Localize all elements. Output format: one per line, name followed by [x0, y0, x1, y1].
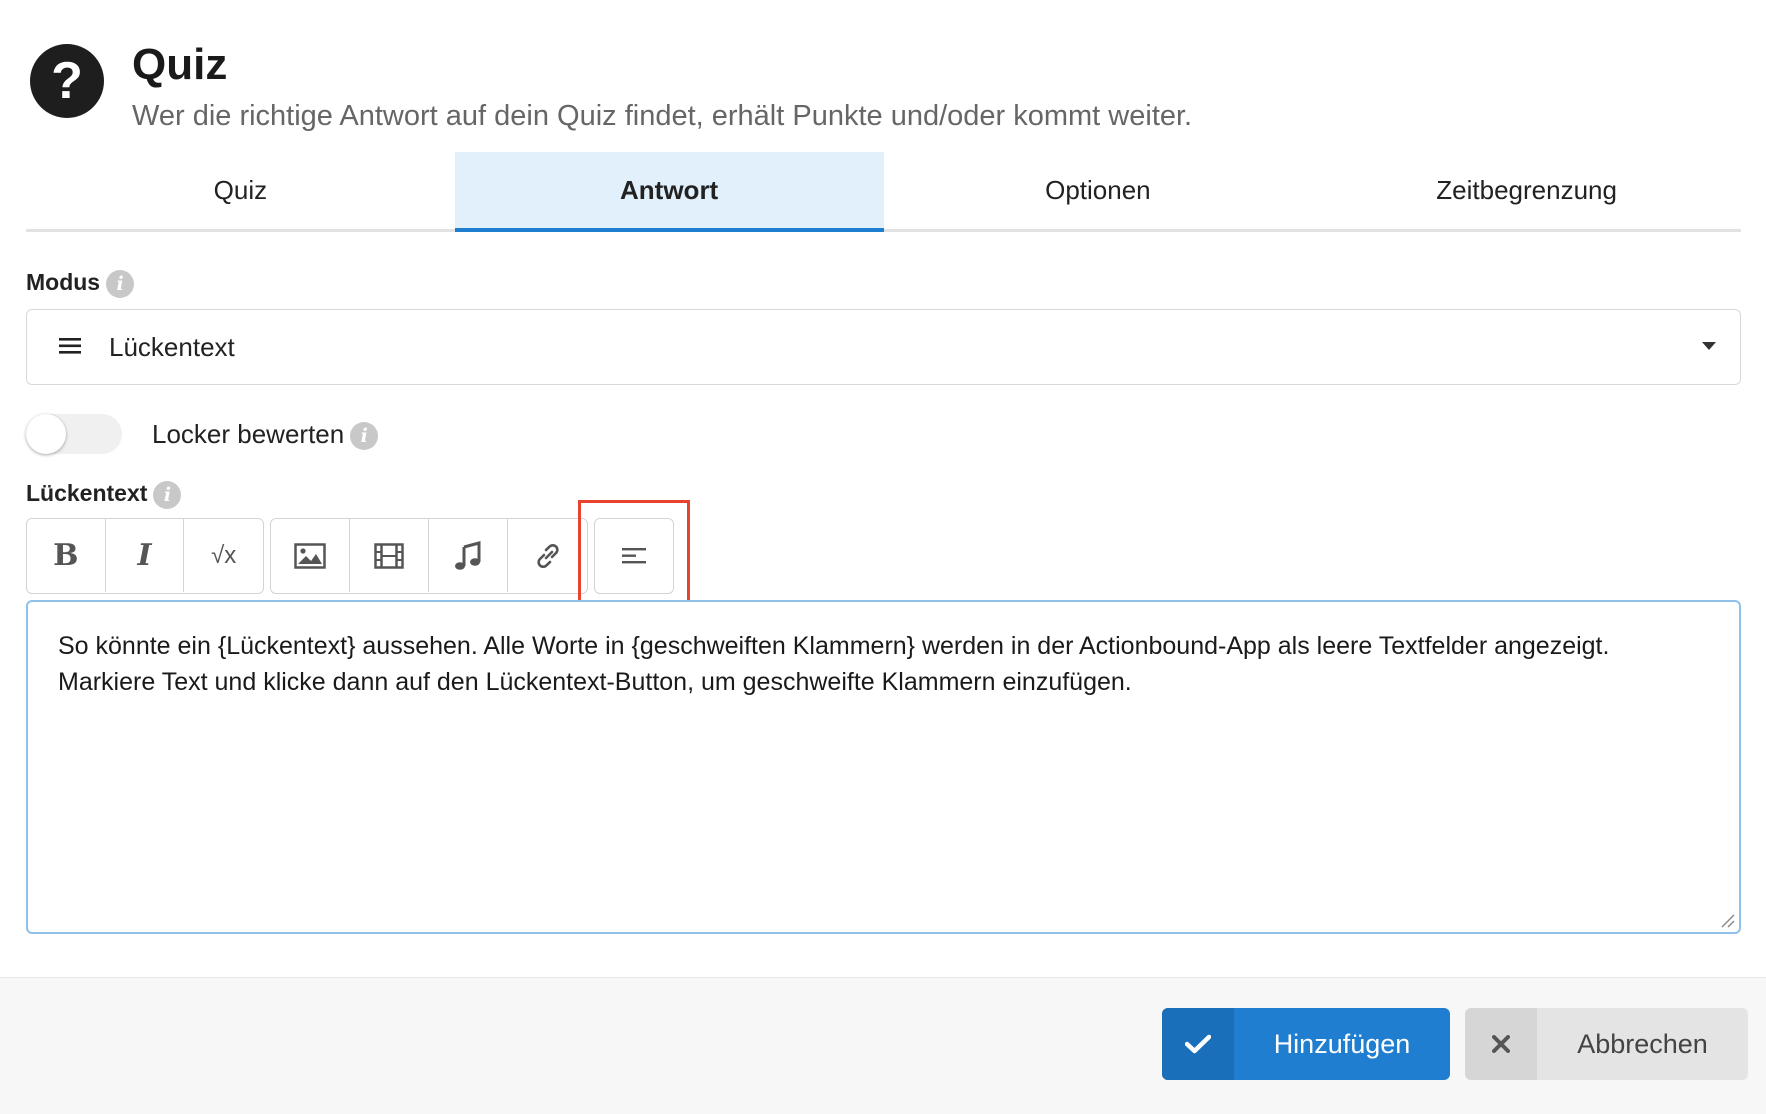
bold-icon: B	[53, 538, 79, 573]
highlight-annotation	[578, 500, 690, 612]
link-button[interactable]	[508, 519, 587, 592]
close-icon	[1465, 1008, 1537, 1080]
lueckentext-textarea[interactable]: So könnte ein {Lückentext} aussehen. All…	[26, 600, 1741, 934]
modus-label: Modus	[26, 269, 101, 295]
italic-button[interactable]: I	[106, 519, 185, 592]
add-button-label: Hinzufügen	[1273, 1029, 1411, 1059]
dialog-footer: Hinzufügen Abbrechen	[0, 977, 1766, 1114]
locker-bewerten-label-row: Locker bewerten i	[152, 419, 379, 451]
resize-grip-icon[interactable]	[1719, 912, 1735, 928]
image-icon	[294, 542, 326, 569]
page-subtitle: Wer die richtige Antwort auf dein Quiz f…	[132, 100, 1193, 132]
audio-button[interactable]	[429, 519, 508, 592]
tab-zeitbegrenzung[interactable]: Zeitbegrenzung	[1312, 152, 1741, 229]
dialog-header: ? Quiz Wer die richtige Antwort auf dein…	[30, 40, 1730, 132]
check-icon	[1162, 1008, 1234, 1080]
lueckentext-label-row: Lückentext i	[26, 480, 182, 509]
cancel-button-label: Abbrechen	[1577, 1029, 1708, 1059]
toolbar-media-group	[270, 518, 588, 594]
info-icon[interactable]: i	[153, 480, 182, 509]
lueckentext-content: So könnte ein {Lückentext} aussehen. All…	[58, 632, 1610, 696]
formula-button[interactable]: √x	[184, 519, 263, 592]
lueckentext-label: Lückentext	[26, 480, 148, 506]
modus-select[interactable]: Lückentext	[26, 309, 1741, 385]
cancel-button[interactable]: Abbrechen	[1465, 1008, 1748, 1080]
toggle-knob	[26, 414, 66, 454]
modus-value: Lückentext	[109, 332, 235, 362]
film-icon	[374, 542, 404, 569]
tab-quiz[interactable]: Quiz	[26, 152, 455, 229]
link-icon	[536, 543, 559, 568]
bold-button[interactable]: B	[27, 519, 106, 592]
tab-bar: Quiz Antwort Optionen Zeitbegrenzung	[26, 152, 1741, 232]
modus-label-row: Modus i	[26, 269, 135, 298]
info-icon[interactable]: i	[106, 269, 135, 298]
locker-bewerten-label: Locker bewerten	[152, 419, 345, 449]
locker-bewerten-toggle[interactable]	[26, 414, 122, 454]
tab-optionen[interactable]: Optionen	[884, 152, 1313, 229]
music-note-icon	[455, 540, 481, 570]
video-button[interactable]	[350, 519, 429, 592]
page-title: Quiz	[132, 40, 228, 89]
sqrt-icon: √x	[211, 541, 237, 569]
add-button[interactable]: Hinzufügen	[1162, 1008, 1450, 1080]
info-icon[interactable]: i	[350, 422, 379, 451]
italic-icon: I	[137, 538, 152, 573]
lines-icon	[59, 338, 81, 354]
chevron-down-icon	[1702, 342, 1716, 350]
image-button[interactable]	[271, 519, 350, 592]
tab-antwort[interactable]: Antwort	[454, 152, 884, 232]
toolbar-format-group: B I √x	[26, 518, 264, 594]
quiz-dialog: ? Quiz Wer die richtige Antwort auf dein…	[0, 0, 1766, 1114]
question-circle-icon: ?	[30, 44, 104, 118]
